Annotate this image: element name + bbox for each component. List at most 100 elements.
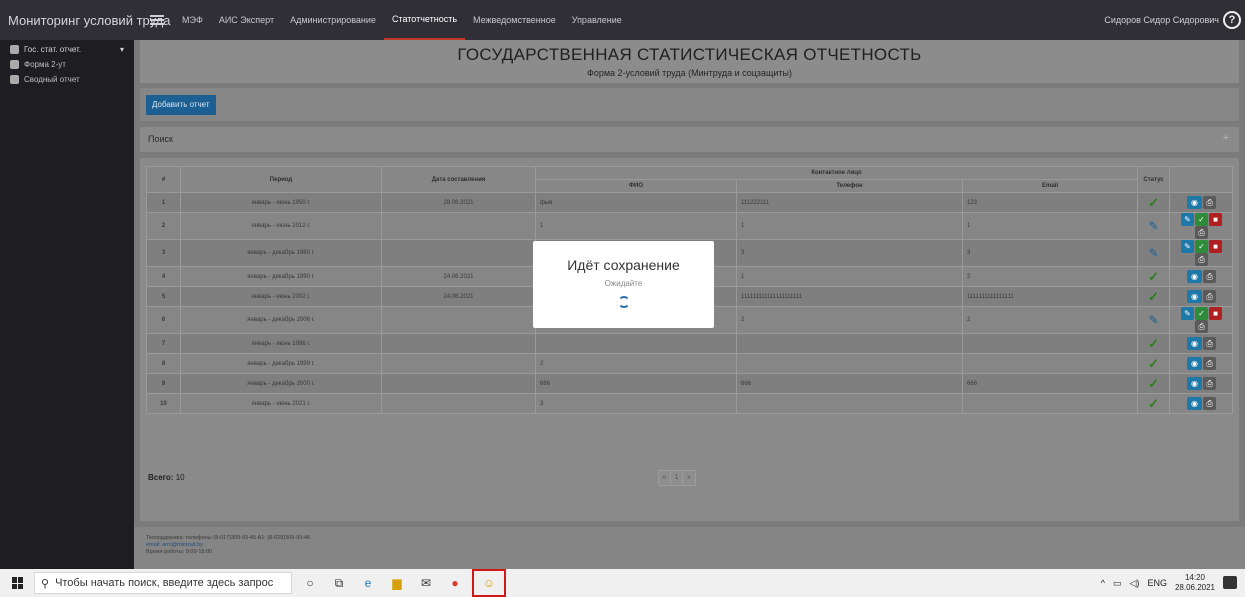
print-icon[interactable]: ⎙ xyxy=(1195,320,1209,333)
sidebar-group-stat[interactable]: Гос. стат. отчет. ▾ xyxy=(0,42,134,57)
pencil-status-icon: ✎ xyxy=(1148,219,1159,233)
delete-icon[interactable]: ■ xyxy=(1209,240,1223,253)
cell-email: 3 xyxy=(961,239,1139,267)
cell-actions: ✎ ✓ ■⎙ xyxy=(1169,239,1234,267)
edit-icon[interactable]: ✎ xyxy=(1181,213,1195,226)
print-icon[interactable]: ⎙ xyxy=(1203,290,1217,303)
hamburger-menu-icon[interactable] xyxy=(150,15,164,25)
cortana-icon[interactable]: ○ xyxy=(299,572,321,594)
print-icon[interactable]: ⎙ xyxy=(1203,270,1217,283)
col-status: Статус xyxy=(1137,166,1171,193)
nav-ais-expert[interactable]: АИС Эксперт xyxy=(211,0,282,40)
calendar-icon xyxy=(10,60,19,69)
cell-period: январь - декабрь 2000 г. xyxy=(180,373,382,394)
approve-icon[interactable]: ✓ xyxy=(1195,240,1209,253)
cell-num: 6 xyxy=(146,306,181,334)
view-icon[interactable]: ◉ xyxy=(1187,377,1203,390)
edit-icon[interactable]: ✎ xyxy=(1181,240,1195,253)
cell-email: 2 xyxy=(961,306,1139,334)
table-row[interactable]: 10 январь - июнь 2021 г. 3 ✓ ◉ ⎙ xyxy=(146,393,1234,414)
print-icon[interactable]: ⎙ xyxy=(1203,337,1217,350)
cell-status: ✓ xyxy=(1137,286,1171,307)
print-icon[interactable]: ⎙ xyxy=(1203,357,1217,370)
table-row[interactable]: 2 январь - июнь 2012 г. 1 1 1 ✎ ✎ ✓ ■⎙ xyxy=(146,212,1234,240)
cell-period: январь - декабрь 2006 г. xyxy=(180,306,382,334)
page-header: ГОСУДАРСТВЕННАЯ СТАТИСТИЧЕСКАЯ ОТЧЕТНОСТ… xyxy=(140,40,1239,83)
print-icon[interactable]: ⎙ xyxy=(1203,397,1217,410)
check-status-icon: ✓ xyxy=(1148,335,1159,351)
tray-chevron-up-icon[interactable]: ^ xyxy=(1101,578,1105,588)
cell-email: 1111111111111111 xyxy=(961,286,1139,307)
clock[interactable]: 14:20 28.06.2021 xyxy=(1175,573,1215,593)
app-emoji-icon[interactable]: ☺ xyxy=(472,569,506,597)
cell-status: ✎ xyxy=(1137,306,1171,334)
help-icon[interactable]: ? xyxy=(1223,11,1241,29)
col-num: # xyxy=(146,166,181,193)
view-icon[interactable]: ◉ xyxy=(1187,290,1203,303)
nav-interdepartmental[interactable]: Межведомственное xyxy=(465,0,564,40)
table-row[interactable]: 7 январь - июнь 1996 г. ✓ ◉ ⎙ xyxy=(146,333,1234,354)
approve-icon[interactable]: ✓ xyxy=(1195,307,1209,320)
footer: Техподдержка: телефоны (8-017)309-93-45 … xyxy=(134,527,1245,569)
check-status-icon: ✓ xyxy=(1148,375,1159,391)
print-icon[interactable]: ⎙ xyxy=(1203,377,1217,390)
app-title[interactable]: Мониторинг условий труда xyxy=(0,13,171,28)
cell-num: 2 xyxy=(146,212,181,240)
file-explorer-icon[interactable]: ▆ xyxy=(386,572,408,594)
taskbar-search-input[interactable]: ⚲ Чтобы начать поиск, введите здесь запр… xyxy=(34,572,292,594)
windows-start-icon[interactable] xyxy=(12,577,24,589)
mail-icon[interactable]: ✉ xyxy=(415,572,437,594)
check-status-icon: ✓ xyxy=(1148,268,1159,284)
chrome-icon[interactable]: ● xyxy=(444,572,466,594)
view-icon[interactable]: ◉ xyxy=(1187,196,1203,209)
expand-plus-icon[interactable]: + xyxy=(1223,132,1229,144)
footer-hours: Время работы: 9:00-18:00 xyxy=(146,549,213,555)
check-status-icon: ✓ xyxy=(1148,194,1159,210)
notifications-icon[interactable] xyxy=(1223,576,1237,589)
language-indicator[interactable]: ENG xyxy=(1147,578,1167,588)
view-icon[interactable]: ◉ xyxy=(1187,397,1203,410)
view-icon[interactable]: ◉ xyxy=(1187,270,1203,283)
system-tray: ^ ▭ ◁) ENG 14:20 28.06.2021 xyxy=(1101,573,1215,593)
add-report-button[interactable]: Добавить отчет xyxy=(146,95,216,115)
pager-page-1[interactable]: 1 xyxy=(671,471,683,485)
col-actions xyxy=(1169,166,1234,193)
cell-num: 5 xyxy=(146,286,181,307)
view-icon[interactable]: ◉ xyxy=(1187,357,1203,370)
pager-next[interactable]: » xyxy=(683,471,695,485)
cell-status: ✎ xyxy=(1137,239,1171,267)
nav-mef[interactable]: МЭФ xyxy=(174,0,211,40)
edge-icon[interactable]: e xyxy=(357,572,379,594)
view-icon[interactable]: ◉ xyxy=(1187,337,1203,350)
sidebar-item-form-2ut[interactable]: Форма 2-ут xyxy=(0,57,134,72)
user-name[interactable]: Сидоров Сидор Сидорович xyxy=(1104,0,1219,40)
delete-icon[interactable]: ■ xyxy=(1209,213,1223,226)
total-value: 10 xyxy=(175,473,185,482)
sidebar-item-label: Форма 2-ут xyxy=(24,60,66,69)
print-icon[interactable]: ⎙ xyxy=(1203,196,1217,209)
sidebar-item-summary[interactable]: Сводный отчет xyxy=(0,72,134,87)
cell-date xyxy=(381,393,536,414)
print-icon[interactable]: ⎙ xyxy=(1195,226,1209,239)
reports-card: # Период Дата составления Контактное лиц… xyxy=(140,158,1239,521)
cell-actions: ◉ ⎙ xyxy=(1169,333,1234,354)
nav-management[interactable]: Управление xyxy=(564,0,630,40)
table-row[interactable]: 1 январь - июнь 1950 г. 28.06.2021 фыв 11122… xyxy=(146,192,1234,213)
saving-modal: Идёт сохранение Ожидайте xyxy=(533,241,714,328)
cell-date xyxy=(381,306,536,334)
delete-icon[interactable]: ■ xyxy=(1209,307,1223,320)
search-panel[interactable]: Поиск + xyxy=(140,127,1239,152)
table-row[interactable]: 9 январь - декабрь 2000 г. 666 666 666 ✓ ◉ ⎙ xyxy=(146,373,1234,394)
print-icon[interactable]: ⎙ xyxy=(1195,253,1209,266)
pager-prev[interactable]: « xyxy=(659,471,671,485)
approve-icon[interactable]: ✓ xyxy=(1195,213,1209,226)
edit-icon[interactable]: ✎ xyxy=(1181,307,1195,320)
nav-administration[interactable]: Администрирование xyxy=(282,0,384,40)
network-icon[interactable]: ▭ xyxy=(1113,578,1122,589)
task-view-icon[interactable]: ⧉ xyxy=(328,572,350,594)
volume-icon[interactable]: ◁) xyxy=(1130,578,1140,589)
table-row[interactable]: 8 январь - декабрь 1999 г. 2 ✓ ◉ ⎙ xyxy=(146,353,1234,374)
footer-email[interactable]: email: arm@mintrud.by xyxy=(146,542,1233,549)
nav-statreporting[interactable]: Статотчетность xyxy=(383,0,466,40)
chevron-down-icon: ▾ xyxy=(119,45,124,54)
